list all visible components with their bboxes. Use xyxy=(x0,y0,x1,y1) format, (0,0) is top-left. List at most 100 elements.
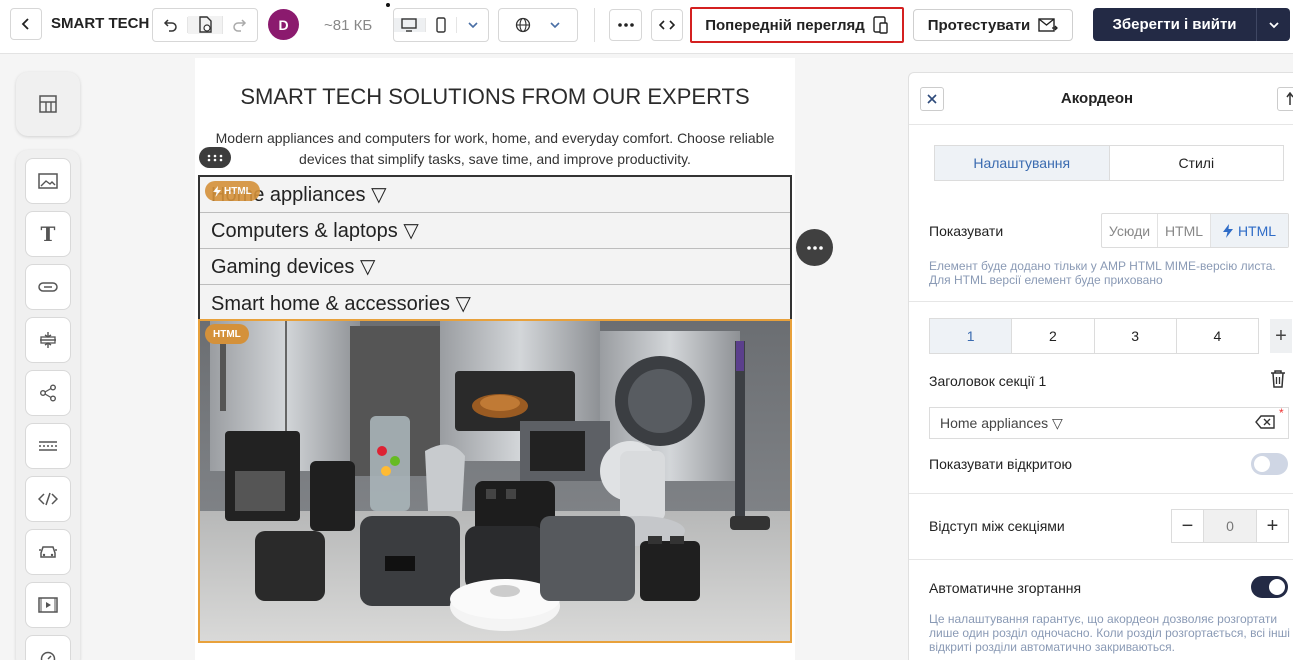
delete-section-button[interactable] xyxy=(1269,369,1287,394)
redo-button[interactable] xyxy=(223,17,257,33)
section-title-input[interactable]: Home appliances ▽ xyxy=(929,407,1289,439)
chevron-down-icon xyxy=(550,22,560,29)
button-block-tool[interactable] xyxy=(25,264,71,310)
save-and-exit-button[interactable]: Зберегти і вийти xyxy=(1093,8,1290,41)
social-block-tool[interactable] xyxy=(25,370,71,416)
pin-panel-button[interactable] xyxy=(1277,87,1293,111)
spacing-value[interactable]: 0 xyxy=(1203,510,1257,542)
trash-icon xyxy=(1271,370,1285,388)
show-open-label: Показувати відкритою xyxy=(929,456,1073,472)
test-label: Протестувати xyxy=(927,16,1031,34)
show-everywhere-option[interactable]: Усюди xyxy=(1102,214,1158,247)
increment-button[interactable]: + xyxy=(1257,510,1288,542)
clear-input-button[interactable] xyxy=(1255,415,1275,434)
decrement-button[interactable]: − xyxy=(1172,510,1203,542)
undo-button[interactable] xyxy=(153,17,188,33)
text-block-tool[interactable]: T xyxy=(25,211,71,257)
panel-tabs: Налаштування Стилі xyxy=(934,145,1284,181)
block-context-menu-button[interactable] xyxy=(796,229,833,266)
email-headline[interactable]: SMART TECH SOLUTIONS FROM OUR EXPERTS xyxy=(195,84,795,110)
accordion-item[interactable]: Gaming devices ▽ xyxy=(200,249,790,285)
more-options-button[interactable] xyxy=(609,9,642,41)
accordion-item[interactable]: Home appliances ▽ xyxy=(200,177,790,213)
section-divider xyxy=(909,559,1293,560)
show-amp-html-option[interactable]: HTML xyxy=(1211,214,1288,247)
status-dot xyxy=(386,3,390,7)
accordion-block[interactable]: Home appliances ▽ Computers & laptops ▽ … xyxy=(198,175,792,321)
section-tab-1[interactable]: 1 xyxy=(930,319,1013,353)
lightning-icon xyxy=(1222,223,1233,238)
accordion-item[interactable]: Smart home & accessories ▽ xyxy=(200,285,790,321)
required-marker: * xyxy=(1279,406,1284,420)
back-button[interactable] xyxy=(10,8,42,40)
device-switcher xyxy=(393,8,489,42)
spacing-stepper: − 0 + xyxy=(1171,509,1289,543)
structure-block-tool[interactable] xyxy=(16,72,80,136)
chevron-down-icon xyxy=(468,22,478,29)
timer-block-tool[interactable] xyxy=(25,635,71,660)
panel-header: Акордеон xyxy=(909,73,1293,125)
language-selector[interactable] xyxy=(498,8,578,42)
section-tab-3[interactable]: 3 xyxy=(1095,319,1177,353)
block-drag-handle[interactable] xyxy=(199,147,231,168)
mobile-icon xyxy=(436,17,446,33)
divider-block-tool[interactable] xyxy=(25,423,71,469)
email-subtext[interactable]: Modern appliances and computers for work… xyxy=(209,128,781,170)
more-dots-icon xyxy=(617,23,634,27)
show-hint: Елемент буде додано тільки у AMP HTML MI… xyxy=(929,259,1276,287)
html-block-tool[interactable] xyxy=(25,476,71,522)
device-dropdown-button[interactable] xyxy=(457,21,488,29)
code-editor-button[interactable] xyxy=(651,9,683,41)
show-label: Показувати xyxy=(929,223,1004,239)
show-amp-label: HTML xyxy=(1237,222,1277,239)
save-label: Зберегти і вийти xyxy=(1112,16,1237,33)
tab-settings[interactable]: Налаштування xyxy=(935,146,1110,180)
accordion-item[interactable]: Computers & laptops ▽ xyxy=(200,213,790,249)
desktop-icon xyxy=(401,18,418,32)
car-menu-icon xyxy=(39,546,57,558)
section-divider xyxy=(909,301,1293,302)
grip-dots-icon xyxy=(207,154,223,161)
spacer-block-tool[interactable] xyxy=(25,317,71,363)
avatar[interactable]: D xyxy=(268,9,299,40)
section-tabs: 1 2 3 4 xyxy=(929,318,1259,354)
version-history-button[interactable] xyxy=(188,16,223,34)
save-dropdown-button[interactable] xyxy=(1256,8,1290,41)
show-html-option[interactable]: HTML xyxy=(1158,214,1211,247)
mobile-view-button[interactable] xyxy=(426,17,458,33)
button-icon xyxy=(38,282,58,292)
video-icon xyxy=(38,597,58,613)
kitchen-appliances-image xyxy=(200,321,790,641)
autocollapse-toggle[interactable] xyxy=(1251,576,1288,598)
lightning-icon xyxy=(213,185,221,197)
html-code-icon xyxy=(38,492,58,506)
preview-label: Попередній перегляд xyxy=(705,16,865,34)
tab-styles[interactable]: Стилі xyxy=(1110,146,1284,180)
desktop-view-button[interactable] xyxy=(394,18,426,32)
add-section-button[interactable]: + xyxy=(1270,319,1292,353)
spacer-icon xyxy=(40,332,56,348)
autocollapse-label: Автоматичне згортання xyxy=(929,580,1082,596)
share-icon xyxy=(40,384,56,402)
video-block-tool[interactable] xyxy=(25,582,71,628)
layout-blocks-icon xyxy=(39,95,57,113)
preview-button[interactable]: Попередній перегляд xyxy=(690,7,904,43)
send-mail-icon xyxy=(1038,18,1059,32)
menu-block-tool[interactable] xyxy=(25,529,71,575)
chevron-down-icon xyxy=(1268,21,1279,28)
section-title-label: Заголовок секції 1 xyxy=(929,373,1047,389)
more-dots-icon xyxy=(806,245,823,250)
spacing-label: Відступ між секціями xyxy=(929,518,1065,534)
email-size: ~81 КБ xyxy=(324,17,373,34)
history-group xyxy=(152,8,258,42)
section-tab-4[interactable]: 4 xyxy=(1177,319,1258,353)
section-tab-2[interactable]: 2 xyxy=(1012,319,1095,353)
show-open-toggle[interactable] xyxy=(1251,453,1288,475)
toolbar-divider xyxy=(594,8,595,42)
badge-label: HTML xyxy=(224,185,252,197)
panel-title: Акордеон xyxy=(1060,90,1134,107)
autocollapse-hint: Це налаштування гарантує, що акордеон до… xyxy=(929,612,1290,654)
test-send-button[interactable]: Протестувати xyxy=(913,9,1073,41)
image-block-tool[interactable] xyxy=(25,158,71,204)
product-image[interactable] xyxy=(198,319,792,643)
